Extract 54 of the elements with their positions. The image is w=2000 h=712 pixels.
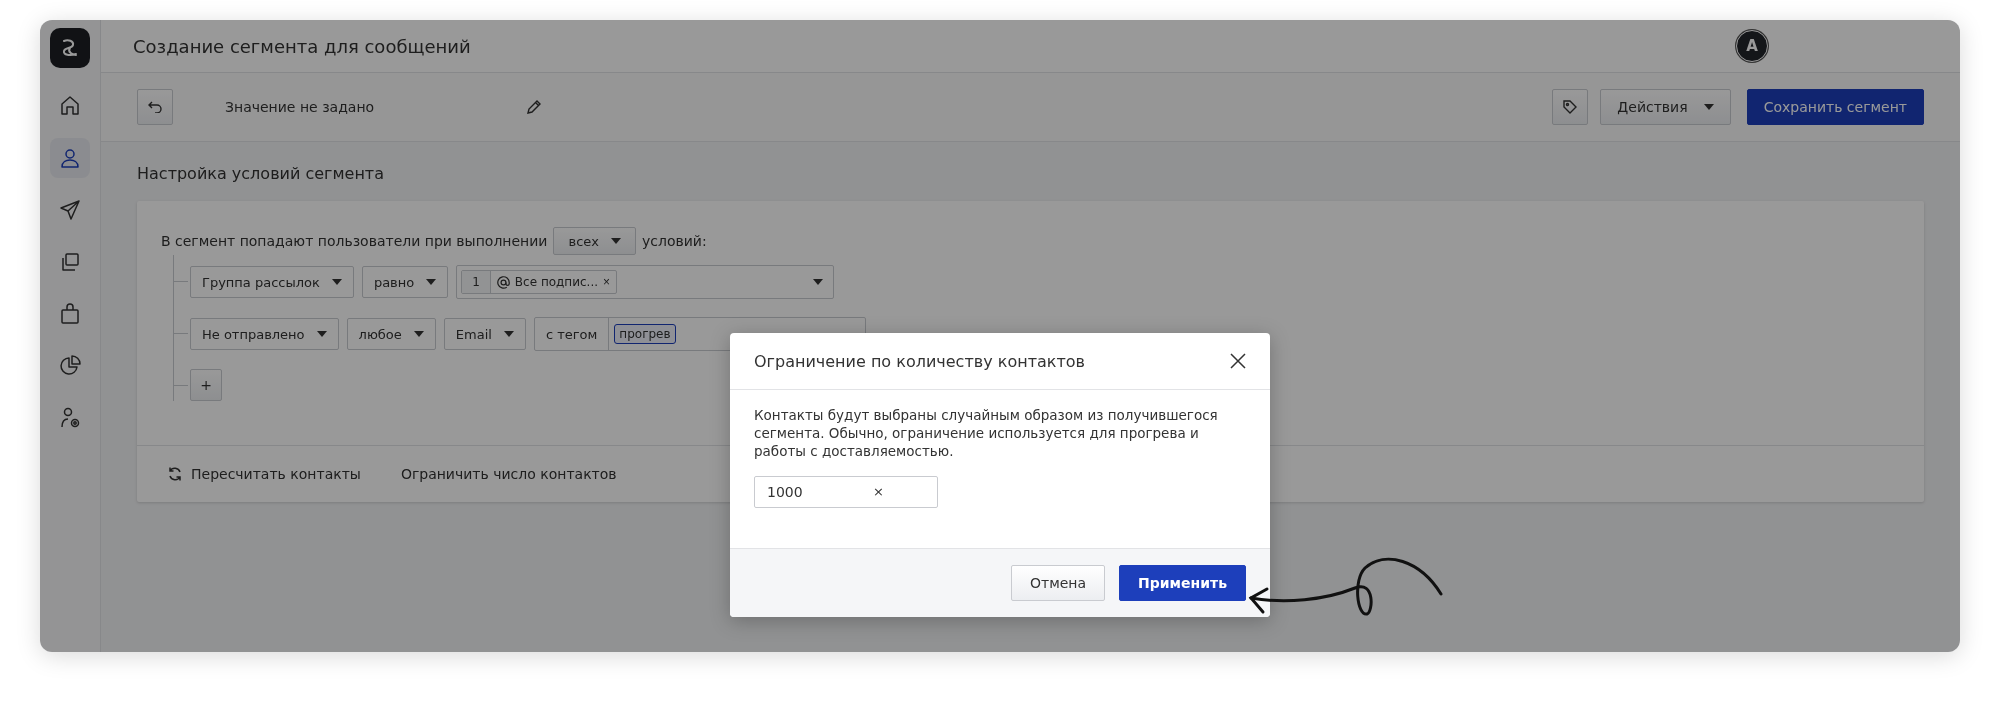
dropdown-select[interactable]: Не отправлено	[190, 318, 339, 350]
user-avatar[interactable]: A	[1736, 30, 1768, 62]
caret-icon	[503, 331, 514, 337]
save-segment-button[interactable]: Сохранить сегмент	[1746, 89, 1924, 125]
count-label: 1	[462, 271, 491, 293]
section-title: Настройка условий сегмента	[137, 164, 385, 183]
undo-arrow-icon	[148, 101, 162, 113]
chip-label: Все подпис...	[514, 275, 599, 289]
back-button[interactable]	[137, 89, 173, 125]
field-label: с тегом	[534, 318, 610, 350]
dropdown-select[interactable]: Email	[443, 318, 526, 350]
at-sign-icon	[496, 275, 510, 289]
dialog-title: Ограничение по количеству контактов	[754, 351, 1085, 371]
cancel-button[interactable]: Отмена	[1010, 565, 1106, 601]
multiselect-field[interactable]: 1 Все подпис... ×	[456, 265, 835, 299]
page-title: Создание сегмента для сообщений	[133, 35, 472, 57]
paper-plane-icon	[58, 198, 82, 222]
caret-icon	[316, 331, 327, 337]
refresh-icon	[167, 466, 183, 482]
pie-chart-icon	[58, 354, 82, 378]
actions-dropdown[interactable]: Действия	[1600, 89, 1731, 125]
segment-name: Значение не задано	[225, 99, 376, 115]
intro-text: В сегмент попадают пользователи при выполнении	[161, 233, 548, 249]
person-icon	[58, 146, 82, 170]
home-icon	[58, 94, 82, 118]
remove-chip-button[interactable]: ×	[603, 275, 611, 289]
caret-icon	[611, 238, 621, 244]
caret-icon	[426, 279, 437, 285]
match-dropdown[interactable]: всех	[553, 227, 636, 255]
caret-icon	[331, 279, 342, 285]
caret-icon	[813, 279, 824, 285]
app-logo-icon[interactable]	[50, 28, 90, 68]
dropdown-select[interactable]: Группа рассылок	[190, 266, 354, 298]
tag-chip: прогрев	[614, 324, 676, 344]
dialog-text: Контакты будут выбраны случайным образом из получившегося сегмента. Обычно, ограничение используется для прогрева и работы с доставляемостью.	[754, 406, 1219, 460]
caret-icon	[1703, 104, 1714, 110]
intro-text: условий:	[642, 233, 707, 249]
pencil-icon[interactable]	[527, 100, 541, 114]
caret-icon	[413, 331, 424, 337]
tag-icon	[1562, 99, 1579, 115]
person-gear-icon	[58, 406, 82, 430]
dropdown-select[interactable]: равно	[361, 266, 449, 298]
limit-input-field[interactable]: 1000 ×	[754, 476, 938, 508]
footer-action[interactable]: Пересчитать контакты	[167, 466, 361, 482]
shopping-bag-icon	[58, 302, 82, 326]
clear-button[interactable]: ×	[873, 483, 884, 501]
tag-button[interactable]	[1552, 89, 1589, 125]
close-button[interactable]	[1230, 353, 1246, 369]
footer-action[interactable]: Ограничить число контактов	[400, 466, 617, 482]
close-icon	[1230, 353, 1246, 369]
dropdown-select[interactable]: любое	[346, 318, 436, 350]
sidebar-item[interactable]	[50, 138, 90, 178]
add-condition-button[interactable]: +	[190, 369, 222, 401]
apply-button[interactable]: Применить	[1119, 565, 1246, 601]
